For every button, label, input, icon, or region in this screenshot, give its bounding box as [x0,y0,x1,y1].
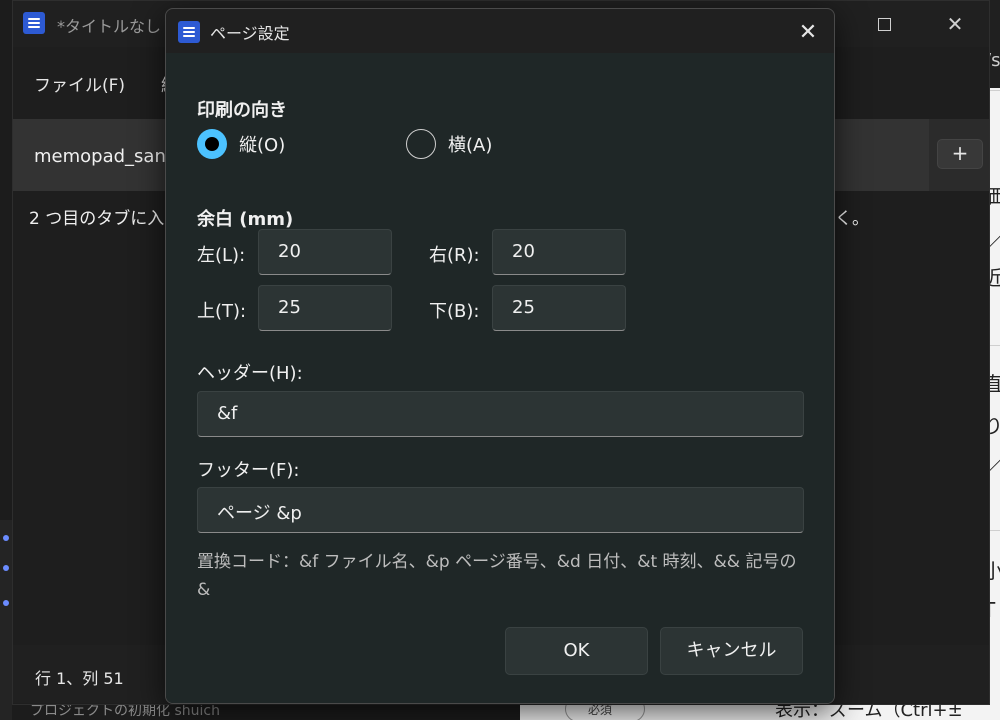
dialog-titlebar: ページ設定 ✕ [166,9,834,53]
replacement-code-hint: 置換コード：&f ファイル名、&p ページ番号、&d 日付、&t 時刻、&& 記… [197,552,797,600]
page-setup-dialog: ページ設定 ✕ 印刷の向き 縦(O) 横(A) 余白 (mm) 左(L): 20… [165,8,835,704]
add-tab-button[interactable]: + [937,139,983,169]
close-icon: ✕ [798,19,818,45]
landscape-label: 横(A) [448,135,493,156]
dialog-close-button[interactable]: ✕ [788,15,828,49]
margin-left-input[interactable]: 20 [258,229,392,275]
margin-right-label: 右(R): [429,245,480,266]
margin-bottom-label: 下(B): [429,301,480,322]
dialog-body: 印刷の向き 縦(O) 横(A) 余白 (mm) 左(L): 20 右(R): 2… [166,53,834,703]
portrait-label: 縦(O) [239,135,286,156]
editor-line: 2 つ目のタブに入 [29,209,165,229]
dialog-title: ページ設定 [210,24,290,43]
margins-heading: 余白 (mm) [197,209,294,230]
window-title: *タイトルなし 2 [57,17,177,36]
background-dot [3,565,9,571]
tab-label: memopad_san [34,146,166,167]
background-dot [3,600,9,606]
cancel-button[interactable]: キャンセル [660,627,803,675]
close-window-button[interactable]: ✕ [937,9,973,39]
cursor-position: 行 1、列 51 [35,669,124,688]
margin-top-input[interactable]: 25 [258,285,392,331]
header-input[interactable]: &f [197,391,804,437]
editor-line-tail: く。 [835,209,869,229]
background-left-strip [0,520,12,720]
orientation-landscape-radio[interactable]: 横(A) [406,129,492,159]
margin-left-label: 左(L): [197,245,246,266]
footer-label: フッター(F): [197,460,300,481]
notepad-app-icon [23,12,45,34]
header-label: ヘッダー(H): [197,363,303,384]
maximize-button[interactable] [866,9,902,39]
orientation-portrait-radio[interactable]: 縦(O) [197,129,285,159]
orientation-heading: 印刷の向き [197,100,287,121]
margin-right-input[interactable]: 20 [492,229,626,275]
radio-unchecked-icon [406,129,436,159]
background-dot [3,535,9,541]
margin-bottom-input[interactable]: 25 [492,285,626,331]
footer-input[interactable]: ページ &p [197,487,804,533]
close-icon: ✕ [946,12,964,36]
maximize-icon [877,17,891,31]
radio-checked-icon [197,129,227,159]
ok-button[interactable]: OK [505,627,648,675]
margin-top-label: 上(T): [197,301,247,322]
menu-file[interactable]: ファイル(F) [34,71,125,96]
dialog-app-icon [178,21,200,43]
